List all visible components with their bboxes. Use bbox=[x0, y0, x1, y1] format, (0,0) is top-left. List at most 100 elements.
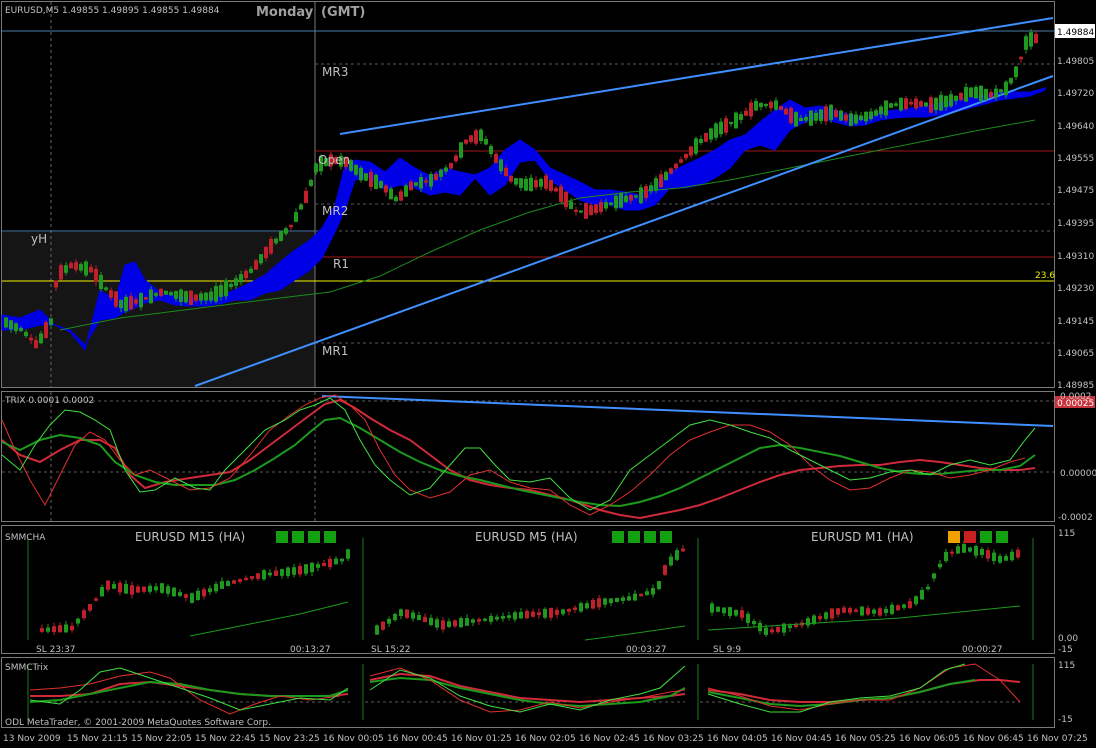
smmcha-axis-bottom: 0.00 bbox=[1058, 634, 1078, 644]
candle-body bbox=[209, 291, 213, 301]
time-axis-label: 16 Nov 03:25 bbox=[643, 734, 704, 744]
candle-body bbox=[889, 103, 893, 108]
candle-body bbox=[836, 608, 840, 615]
m15-status-square bbox=[308, 531, 320, 543]
trix-label: TRIX 0.0001 0.0002 bbox=[4, 396, 94, 406]
candle-body bbox=[944, 95, 948, 108]
day-label: Monday bbox=[256, 5, 314, 20]
candle-body bbox=[654, 178, 658, 191]
candle-body bbox=[839, 110, 843, 121]
time-axis-label: 15 Nov 22:45 bbox=[195, 734, 256, 744]
m1-status-square bbox=[964, 531, 976, 543]
candle-body bbox=[788, 625, 792, 629]
candle-body bbox=[657, 581, 661, 589]
candle-body bbox=[932, 573, 936, 579]
candle-body bbox=[172, 587, 176, 597]
candle-body bbox=[524, 178, 528, 191]
candle-body bbox=[234, 278, 238, 286]
candle-body bbox=[322, 562, 326, 567]
candle-body bbox=[794, 112, 798, 127]
candle-body bbox=[399, 609, 403, 617]
candle-body bbox=[589, 205, 593, 216]
candle-body bbox=[509, 175, 513, 182]
candle-body bbox=[914, 98, 918, 109]
candle-body bbox=[58, 625, 62, 633]
candle-body bbox=[878, 608, 882, 616]
candle-body bbox=[199, 293, 203, 301]
candle-body bbox=[144, 297, 148, 300]
candle-body bbox=[268, 572, 272, 576]
candle-body bbox=[405, 609, 409, 618]
candle-body bbox=[984, 88, 988, 100]
candle-body bbox=[274, 238, 278, 244]
candle-body bbox=[256, 573, 260, 579]
candle-body bbox=[866, 608, 870, 615]
candle-body bbox=[280, 569, 284, 576]
m15-status-square bbox=[276, 531, 288, 543]
candle-body bbox=[424, 180, 428, 183]
candle-body bbox=[749, 102, 753, 117]
candle-body bbox=[1029, 32, 1033, 47]
candle-body bbox=[902, 604, 906, 608]
candle-body bbox=[872, 609, 876, 614]
candle-body bbox=[959, 92, 963, 100]
candle-body bbox=[992, 552, 996, 561]
candle-body bbox=[389, 188, 393, 200]
candle-body bbox=[44, 322, 48, 338]
price-axis-label: 1.49884 bbox=[1057, 28, 1094, 38]
candle-body bbox=[239, 274, 243, 283]
m5-status-square bbox=[644, 531, 656, 543]
candle-body bbox=[394, 196, 398, 202]
m5-status-square bbox=[660, 531, 672, 543]
candle-body bbox=[214, 583, 218, 592]
candle-body bbox=[591, 599, 595, 609]
candle-body bbox=[294, 212, 298, 222]
candle-body bbox=[190, 593, 194, 603]
candle-body bbox=[594, 204, 598, 213]
candle-body bbox=[244, 577, 248, 581]
candle-body bbox=[292, 567, 296, 575]
candle-body bbox=[274, 570, 278, 576]
candle-body bbox=[573, 607, 577, 611]
candle-body bbox=[519, 611, 523, 619]
m5-timer: 00:03:27 bbox=[626, 645, 666, 655]
candle-body bbox=[284, 228, 288, 234]
candle-body bbox=[369, 172, 373, 187]
candle-body bbox=[649, 185, 653, 192]
candle-body bbox=[519, 178, 523, 188]
candle-body bbox=[124, 296, 128, 312]
candle-body bbox=[537, 612, 541, 616]
time-axis-label: 16 Nov 04:05 bbox=[707, 734, 768, 744]
candle-body bbox=[844, 114, 848, 121]
r1-label: R1 bbox=[333, 257, 349, 271]
candle-body bbox=[310, 562, 314, 573]
candle-body bbox=[764, 627, 768, 635]
candle-body bbox=[164, 290, 168, 295]
timezone-label: (GMT) bbox=[321, 5, 365, 20]
m1-status-square bbox=[996, 531, 1008, 543]
chart-canvas[interactable]: MR3 Open MR2 R1 MR1 yH 23.6 EURUSD,M5 1.… bbox=[0, 0, 1096, 748]
smmcha-label: SMMCHA bbox=[5, 533, 46, 543]
candle-body bbox=[149, 289, 153, 304]
candle-body bbox=[411, 612, 415, 619]
candle-body bbox=[663, 565, 667, 575]
candle-body bbox=[954, 95, 958, 101]
candle-body bbox=[340, 558, 344, 562]
time-axis-label: 16 Nov 05:25 bbox=[835, 734, 896, 744]
candle-body bbox=[417, 615, 421, 621]
candle-body bbox=[914, 596, 918, 605]
smmcha-axis-top: 115 bbox=[1058, 529, 1075, 539]
candle-body bbox=[621, 597, 625, 601]
m15-title: EURUSD M15 (HA) bbox=[135, 530, 245, 544]
m5-sl: SL 15:22 bbox=[371, 645, 411, 655]
yh-label: yH bbox=[31, 232, 47, 246]
candle-body bbox=[974, 545, 978, 556]
candle-body bbox=[459, 618, 463, 628]
candle-body bbox=[949, 94, 953, 107]
candle-body bbox=[644, 186, 648, 198]
candle-body bbox=[776, 626, 780, 633]
candle-body bbox=[474, 130, 478, 144]
trix-axis-label: 0.00000 bbox=[1060, 469, 1096, 479]
candle-body bbox=[669, 556, 673, 566]
candle-body bbox=[830, 608, 834, 619]
